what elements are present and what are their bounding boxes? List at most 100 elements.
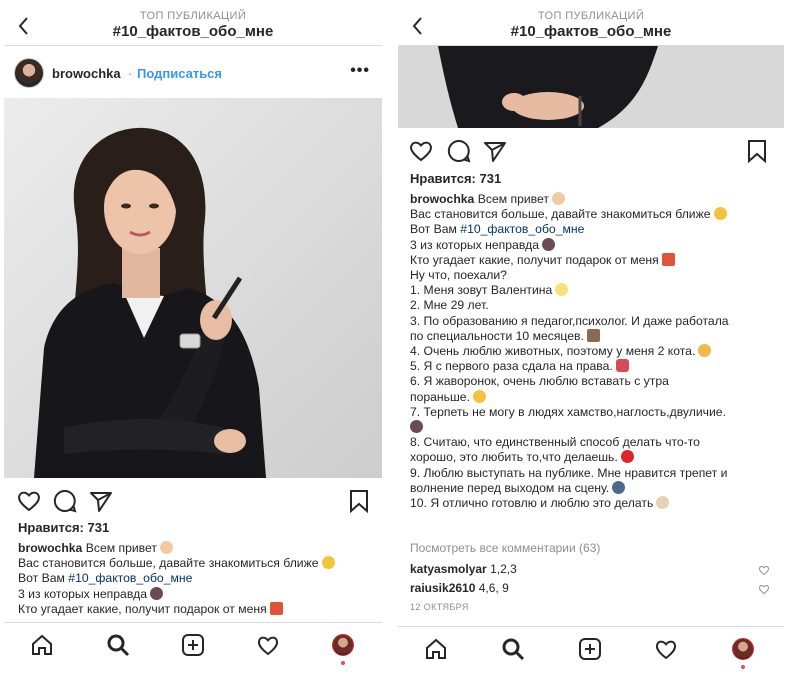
- caption-line: 2. Мне 29 лет.: [410, 298, 489, 313]
- sparkle-emoji: [555, 283, 569, 297]
- like-count[interactable]: Нравится: 731: [410, 171, 501, 186]
- like-count[interactable]: Нравится: 731: [18, 520, 109, 535]
- smile-emoji: [321, 556, 335, 570]
- bottom-nav: [398, 626, 784, 672]
- top-bar: ТОП ПУБЛИКАЦИЙ #10_фактов_обо_мне: [4, 6, 382, 46]
- caption-line: 8. Считаю, что единственный способ делат…: [410, 435, 700, 450]
- post-date: 12 ОКТЯБРЯ: [410, 602, 469, 612]
- waving-hand-emoji: [551, 192, 565, 205]
- woman-shrugging-emoji: [150, 586, 164, 600]
- comment-row: raiusik2610 4,6, 9: [410, 581, 509, 595]
- caption-line: 4. Очень люблю животных, поэтому у меня …: [410, 344, 696, 359]
- add-post-icon[interactable]: [578, 637, 602, 661]
- post-photo[interactable]: [4, 98, 382, 478]
- bottom-nav: [4, 622, 382, 668]
- caption-line: 3 из которых неправда: [410, 237, 540, 252]
- avatar[interactable]: [14, 58, 44, 88]
- caption-username[interactable]: browochka: [18, 541, 82, 555]
- caption-line: хорошо, это любить то,что делаешь.: [410, 450, 618, 465]
- activity-heart-icon[interactable]: [256, 633, 280, 657]
- waving-hand-emoji: [159, 541, 173, 554]
- comment-icon[interactable]: [446, 138, 472, 164]
- caption-line: 1. Меня зовут Валентина: [410, 283, 553, 298]
- left-screenshot: ТОП ПУБЛИКАЦИЙ #10_фактов_обо_мне browoc…: [4, 6, 382, 672]
- comment-like-heart-icon[interactable]: [758, 583, 770, 595]
- right-screenshot: ТОП ПУБЛИКАЦИЙ #10_фактов_обо_мне Нравит…: [398, 6, 784, 672]
- caption-line: пораньше.: [410, 389, 470, 404]
- woman-gesturing-emoji: [410, 420, 423, 434]
- view-all-comments-link[interactable]: Посмотреть все комментарии (63): [410, 541, 600, 555]
- profile-avatar[interactable]: [732, 638, 754, 660]
- caption-line: Ну что, поехали?: [410, 268, 507, 283]
- follow-button[interactable]: Подписаться: [137, 66, 222, 81]
- chef-emoji: [656, 496, 670, 510]
- caption-line: 5. Я с первого раза сдала на права.: [410, 359, 613, 374]
- woman-shrugging-emoji: [542, 237, 556, 251]
- comment-text: 4,6, 9: [478, 581, 509, 595]
- caption-line: 7. Терпеть не могу в людях хамство,нагло…: [410, 404, 726, 419]
- page-title: #10_фактов_обо_мне: [112, 23, 274, 40]
- page-subtitle: ТОП ПУБЛИКАЦИЙ: [139, 10, 247, 22]
- post-username[interactable]: browochka: [52, 66, 121, 81]
- gift-emoji: [269, 601, 283, 615]
- separator-dot: ·: [128, 66, 133, 81]
- chevron-left-icon[interactable]: [16, 15, 32, 37]
- search-icon[interactable]: [501, 637, 525, 661]
- search-icon[interactable]: [106, 633, 130, 657]
- woman-portrait-image: [4, 98, 382, 478]
- comment-like-heart-icon[interactable]: [758, 564, 770, 576]
- heart-icon[interactable]: [16, 488, 42, 514]
- post-header: browochka · Подписаться •••: [4, 54, 382, 94]
- teacher-emoji: [586, 328, 600, 342]
- chevron-left-icon[interactable]: [410, 15, 426, 37]
- smile-emoji: [713, 207, 727, 221]
- comment-text: 1,2,3: [490, 562, 517, 576]
- woman-portrait-image: [398, 46, 784, 128]
- caption-line: 3 из которых неправда: [18, 586, 148, 601]
- post-photo[interactable]: [398, 46, 784, 128]
- profile-avatar[interactable]: [332, 634, 354, 656]
- paper-plane-icon[interactable]: [88, 488, 114, 514]
- caption-line: Вот Вам: [18, 571, 65, 586]
- post-actions: [4, 486, 382, 516]
- caption-line: волнение перед выходом на сцену.: [410, 480, 610, 495]
- bookmark-icon[interactable]: [346, 488, 372, 514]
- caption-line: Вас становится больше, давайте знакомить…: [410, 207, 711, 222]
- comment-icon[interactable]: [52, 488, 78, 514]
- more-options-icon[interactable]: •••: [350, 62, 370, 80]
- caption-line: Вот Вам: [410, 222, 457, 237]
- page-title: #10_фактов_обо_мне: [510, 23, 672, 40]
- post-caption: browochka Всем привет Вас становится бол…: [18, 541, 373, 617]
- top-bar: ТОП ПУБЛИКАЦИЙ #10_фактов_обо_мне: [398, 6, 784, 46]
- caption-username[interactable]: browochka: [410, 192, 474, 206]
- notification-dot: [341, 661, 345, 665]
- cat-emoji: [698, 344, 712, 358]
- comment-row: katyasmolyar 1,2,3: [410, 562, 517, 576]
- hashtag-link[interactable]: #10_фактов_обо_мне: [460, 222, 584, 236]
- page-subtitle: ТОП ПУБЛИКАЦИЙ: [537, 10, 645, 22]
- notification-dot: [741, 665, 745, 669]
- microphone-emoji: [612, 480, 626, 494]
- home-icon[interactable]: [424, 637, 448, 661]
- caption-line: Кто угадает какие, получит подарок от ме…: [410, 252, 659, 267]
- comment-username[interactable]: katyasmolyar: [410, 562, 487, 576]
- red-heart-emoji: [620, 450, 634, 464]
- bookmark-icon[interactable]: [744, 138, 770, 164]
- post-actions: [398, 136, 784, 166]
- car-emoji: [615, 359, 629, 373]
- activity-heart-icon[interactable]: [654, 637, 678, 661]
- caption-line: Вас становится больше, давайте знакомить…: [18, 556, 319, 571]
- home-icon[interactable]: [30, 633, 54, 657]
- add-post-icon[interactable]: [181, 633, 205, 657]
- caption-line: по специальности 10 месяцев.: [410, 328, 584, 343]
- hashtag-link[interactable]: #10_фактов_обо_мне: [68, 571, 192, 585]
- paper-plane-icon[interactable]: [482, 138, 508, 164]
- caption-greeting: Всем привет: [85, 541, 157, 555]
- comment-username[interactable]: raiusik2610: [410, 581, 475, 595]
- post-caption: browochka Всем привет Вас становится бол…: [410, 192, 774, 511]
- heart-icon[interactable]: [408, 138, 434, 164]
- caption-line: Кто угадает какие, получит подарок от ме…: [18, 601, 267, 616]
- caption-line: 6. Я жаворонок, очень люблю вставать с у…: [410, 374, 669, 389]
- caption-line: 9. Люблю выступать на публике. Мне нрави…: [410, 465, 728, 480]
- caption-greeting: Всем привет: [477, 192, 549, 206]
